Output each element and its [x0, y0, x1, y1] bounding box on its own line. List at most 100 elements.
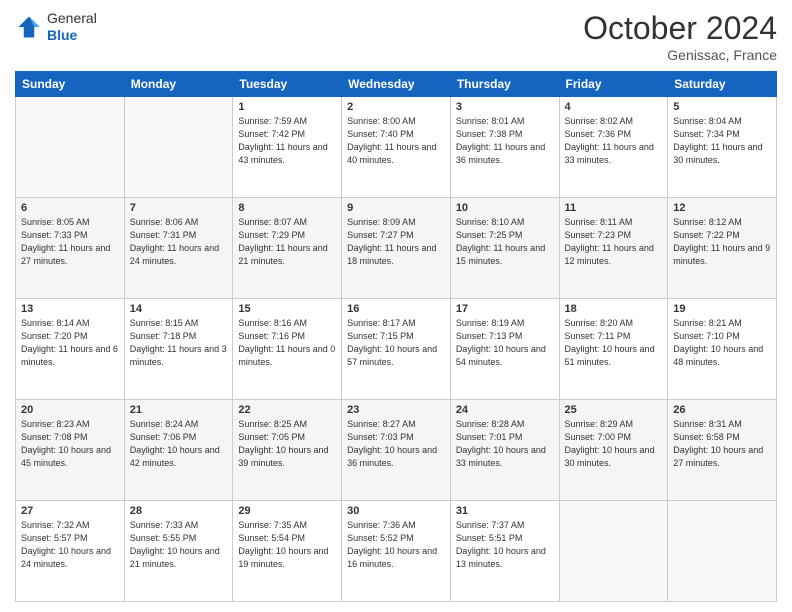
day-info: Sunrise: 8:21 AMSunset: 7:10 PMDaylight:…: [673, 317, 771, 369]
calendar-cell: 11Sunrise: 8:11 AMSunset: 7:23 PMDayligh…: [559, 198, 668, 299]
calendar-table: SundayMondayTuesdayWednesdayThursdayFrid…: [15, 71, 777, 602]
day-number: 8: [238, 202, 336, 214]
calendar-cell: 29Sunrise: 7:35 AMSunset: 5:54 PMDayligh…: [233, 501, 342, 602]
day-info: Sunrise: 8:10 AMSunset: 7:25 PMDaylight:…: [456, 216, 554, 268]
day-info: Sunrise: 7:36 AMSunset: 5:52 PMDaylight:…: [347, 519, 445, 571]
day-info: Sunrise: 8:07 AMSunset: 7:29 PMDaylight:…: [238, 216, 336, 268]
logo-icon: [15, 13, 43, 41]
day-info: Sunrise: 8:16 AMSunset: 7:16 PMDaylight:…: [238, 317, 336, 369]
day-number: 22: [238, 404, 336, 416]
day-info: Sunrise: 7:32 AMSunset: 5:57 PMDaylight:…: [21, 519, 119, 571]
day-info: Sunrise: 7:33 AMSunset: 5:55 PMDaylight:…: [130, 519, 228, 571]
day-info: Sunrise: 8:24 AMSunset: 7:06 PMDaylight:…: [130, 418, 228, 470]
calendar-cell: 28 Sunrise: 7:33 AMSunset: 5:55 PMDayligh…: [124, 501, 233, 602]
week-row-4: 20 Sunrise: 8:23 AMSunset: 7:08 PMDayligh…: [16, 400, 777, 501]
day-number: 16: [347, 303, 445, 315]
week-row-5: 27Sunrise: 7:32 AMSunset: 5:57 PMDayligh…: [16, 501, 777, 602]
day-number: 28: [130, 505, 228, 517]
day-info: Sunrise: 8:14 AMSunset: 7:20 PMDaylight:…: [21, 317, 119, 369]
day-number: 14: [130, 303, 228, 315]
logo-blue: Blue: [47, 27, 77, 43]
calendar-cell: 19Sunrise: 8:21 AMSunset: 7:10 PMDayligh…: [668, 299, 777, 400]
logo-general: General: [47, 10, 97, 26]
day-number: 2: [347, 101, 445, 113]
day-number: 21: [130, 404, 228, 416]
weekday-header-monday: Monday: [124, 72, 233, 97]
calendar-cell: 12 Sunrise: 8:12 AMSunset: 7:22 PMDayligh…: [668, 198, 777, 299]
day-info: Sunrise: 8:29 AMSunset: 7:00 PMDaylight:…: [565, 418, 663, 470]
day-info: Sunrise: 8:17 AMSunset: 7:15 PMDaylight:…: [347, 317, 445, 369]
calendar-cell: 15 Sunrise: 8:16 AMSunset: 7:16 PMDayligh…: [233, 299, 342, 400]
day-info: Sunrise: 8:05 AMSunset: 7:33 PMDaylight:…: [21, 216, 119, 268]
calendar-cell: 6 Sunrise: 8:05 AMSunset: 7:33 PMDaylight…: [16, 198, 125, 299]
day-number: 12: [673, 202, 771, 214]
calendar-cell: 1Sunrise: 7:59 AMSunset: 7:42 PMDaylight…: [233, 97, 342, 198]
day-info: Sunrise: 8:28 AMSunset: 7:01 PMDaylight:…: [456, 418, 554, 470]
page-header: General Blue October 2024 Genissac, Fran…: [15, 10, 777, 63]
calendar-cell: 31 Sunrise: 7:37 AMSunset: 5:51 PMDayligh…: [450, 501, 559, 602]
day-info: Sunrise: 8:31 AMSunset: 6:58 PMDaylight:…: [673, 418, 771, 470]
weekday-header-row: SundayMondayTuesdayWednesdayThursdayFrid…: [16, 72, 777, 97]
calendar-cell: 23 Sunrise: 8:27 AMSunset: 7:03 PMDayligh…: [342, 400, 451, 501]
title-block: October 2024 Genissac, France: [583, 10, 777, 63]
calendar-cell: 27Sunrise: 7:32 AMSunset: 5:57 PMDayligh…: [16, 501, 125, 602]
calendar-cell: 18 Sunrise: 8:20 AMSunset: 7:11 PMDayligh…: [559, 299, 668, 400]
day-info: Sunrise: 8:27 AMSunset: 7:03 PMDaylight:…: [347, 418, 445, 470]
weekday-header-wednesday: Wednesday: [342, 72, 451, 97]
day-number: 31: [456, 505, 554, 517]
weekday-header-thursday: Thursday: [450, 72, 559, 97]
day-info: Sunrise: 8:02 AMSunset: 7:36 PMDaylight:…: [565, 115, 663, 167]
day-number: 17: [456, 303, 554, 315]
logo: General Blue: [15, 10, 97, 44]
day-number: 9: [347, 202, 445, 214]
calendar-cell: 16 Sunrise: 8:17 AMSunset: 7:15 PMDayligh…: [342, 299, 451, 400]
day-number: 6: [21, 202, 119, 214]
calendar-cell: 3 Sunrise: 8:01 AMSunset: 7:38 PMDaylight…: [450, 97, 559, 198]
calendar-cell: 14Sunrise: 8:15 AMSunset: 7:18 PMDayligh…: [124, 299, 233, 400]
calendar-cell: 20 Sunrise: 8:23 AMSunset: 7:08 PMDayligh…: [16, 400, 125, 501]
day-number: 5: [673, 101, 771, 113]
day-number: 7: [130, 202, 228, 214]
day-number: 13: [21, 303, 119, 315]
day-number: 25: [565, 404, 663, 416]
calendar-cell: 24Sunrise: 8:28 AMSunset: 7:01 PMDayligh…: [450, 400, 559, 501]
week-row-1: 1Sunrise: 7:59 AMSunset: 7:42 PMDaylight…: [16, 97, 777, 198]
day-info: Sunrise: 7:37 AMSunset: 5:51 PMDaylight:…: [456, 519, 554, 571]
day-info: Sunrise: 8:11 AMSunset: 7:23 PMDaylight:…: [565, 216, 663, 268]
day-info: Sunrise: 8:12 AMSunset: 7:22 PMDaylight:…: [673, 216, 771, 268]
day-info: Sunrise: 8:25 AMSunset: 7:05 PMDaylight:…: [238, 418, 336, 470]
day-info: Sunrise: 8:01 AMSunset: 7:38 PMDaylight:…: [456, 115, 554, 167]
day-number: 3: [456, 101, 554, 113]
location: Genissac, France: [583, 47, 777, 63]
day-info: Sunrise: 8:09 AMSunset: 7:27 PMDaylight:…: [347, 216, 445, 268]
calendar-cell: 25 Sunrise: 8:29 AMSunset: 7:00 PMDayligh…: [559, 400, 668, 501]
calendar-cell: 26Sunrise: 8:31 AMSunset: 6:58 PMDayligh…: [668, 400, 777, 501]
day-info: Sunrise: 8:20 AMSunset: 7:11 PMDaylight:…: [565, 317, 663, 369]
calendar-cell: 2Sunrise: 8:00 AMSunset: 7:40 PMDaylight…: [342, 97, 451, 198]
calendar-cell: 17 Sunrise: 8:19 AMSunset: 7:13 PMDayligh…: [450, 299, 559, 400]
day-number: 20: [21, 404, 119, 416]
weekday-header-saturday: Saturday: [668, 72, 777, 97]
day-number: 18: [565, 303, 663, 315]
calendar-cell: [16, 97, 125, 198]
logo-text: General Blue: [47, 10, 97, 44]
calendar-cell: 4 Sunrise: 8:02 AMSunset: 7:36 PMDaylight…: [559, 97, 668, 198]
day-info: Sunrise: 8:23 AMSunset: 7:08 PMDaylight:…: [21, 418, 119, 470]
day-number: 23: [347, 404, 445, 416]
calendar-cell: [668, 501, 777, 602]
day-number: 15: [238, 303, 336, 315]
day-info: Sunrise: 8:04 AMSunset: 7:34 PMDaylight:…: [673, 115, 771, 167]
day-number: 30: [347, 505, 445, 517]
calendar-cell: 21 Sunrise: 8:24 AMSunset: 7:06 PMDayligh…: [124, 400, 233, 501]
calendar-cell: [559, 501, 668, 602]
day-info: Sunrise: 8:06 AMSunset: 7:31 PMDaylight:…: [130, 216, 228, 268]
calendar-cell: 5 Sunrise: 8:04 AMSunset: 7:34 PMDaylight…: [668, 97, 777, 198]
weekday-header-sunday: Sunday: [16, 72, 125, 97]
day-info: Sunrise: 8:19 AMSunset: 7:13 PMDaylight:…: [456, 317, 554, 369]
calendar-cell: 22 Sunrise: 8:25 AMSunset: 7:05 PMDayligh…: [233, 400, 342, 501]
calendar-cell: 8 Sunrise: 8:07 AMSunset: 7:29 PMDaylight…: [233, 198, 342, 299]
calendar-cell: 10Sunrise: 8:10 AMSunset: 7:25 PMDayligh…: [450, 198, 559, 299]
day-number: 4: [565, 101, 663, 113]
calendar-cell: 30 Sunrise: 7:36 AMSunset: 5:52 PMDayligh…: [342, 501, 451, 602]
day-info: Sunrise: 7:35 AMSunset: 5:54 PMDaylight:…: [238, 519, 336, 571]
